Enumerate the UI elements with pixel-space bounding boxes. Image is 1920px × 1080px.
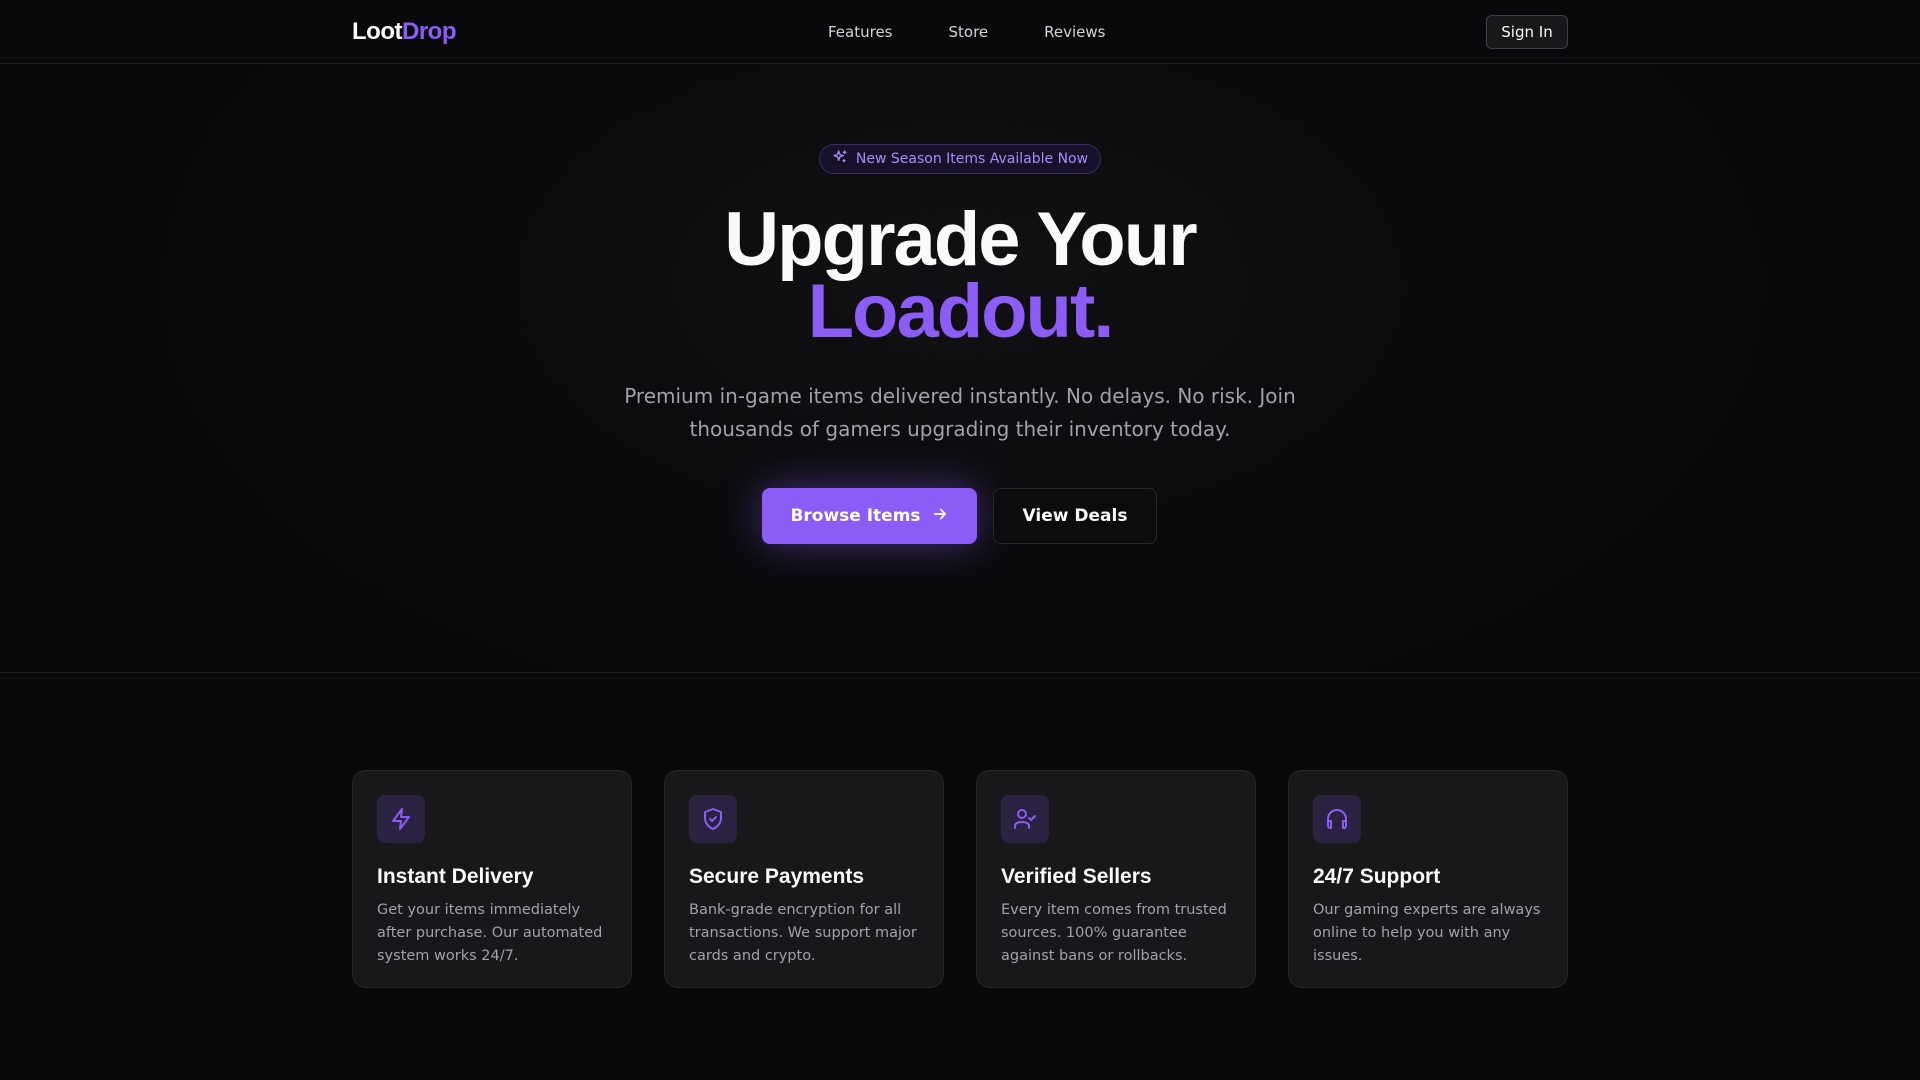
feature-card-instant-delivery: Instant Delivery Get your items immediat…	[352, 770, 632, 988]
sign-in-button[interactable]: Sign In	[1486, 15, 1568, 49]
arrow-right-icon	[931, 505, 949, 528]
feature-card-verified-sellers: Verified Sellers Every item comes from t…	[976, 770, 1256, 988]
nav-link-features[interactable]: Features	[828, 20, 893, 44]
browse-items-label: Browse Items	[790, 506, 921, 526]
hero-title-line1: Upgrade Your	[724, 197, 1197, 282]
cta-row: Browse Items View Deals	[762, 488, 1157, 544]
nav-links: Features Store Reviews	[828, 20, 1106, 44]
feature-description: Get your items immediately after purchas…	[377, 902, 603, 964]
navbar: LootDrop Features Store Reviews Sign In	[0, 0, 1920, 64]
feature-card-secure-payments: Secure Payments Bank-grade encryption fo…	[664, 770, 944, 988]
hero-title: Upgrade Your Loadout.	[0, 197, 1920, 354]
feature-title: Verified Sellers	[1001, 865, 1152, 888]
badge-text: New Season Items Available Now	[855, 151, 1089, 167]
lightning-icon	[377, 795, 425, 843]
feature-description: Every item comes from trusted sources. 1…	[1001, 902, 1227, 964]
logo-text-primary: Loot	[352, 18, 402, 45]
new-season-badge: New Season Items Available Now	[819, 144, 1101, 174]
sparkles-icon	[832, 149, 848, 169]
user-check-icon	[1001, 795, 1049, 843]
feature-title: Secure Payments	[689, 865, 865, 888]
logo[interactable]: LootDrop	[352, 16, 456, 48]
feature-title: 24/7 Support	[1313, 865, 1441, 888]
hero-title-line2: Loadout.	[807, 269, 1115, 354]
hero-section: New Season Items Available Now Upgrade Y…	[0, 64, 1920, 673]
nav-link-store[interactable]: Store	[949, 20, 989, 44]
feature-title: Instant Delivery	[377, 865, 534, 888]
feature-description: Our gaming experts are always online to …	[1313, 902, 1541, 964]
hero-subtitle: Premium in-game items delivered instantl…	[624, 384, 1296, 441]
headphones-icon	[1313, 795, 1361, 843]
view-deals-button[interactable]: View Deals	[993, 488, 1157, 544]
feature-card-support: 24/7 Support Our gaming experts are alwa…	[1288, 770, 1568, 988]
shield-check-icon	[689, 795, 737, 843]
logo-text-accent: Drop	[401, 18, 457, 45]
feature-description: Bank-grade encryption for all transactio…	[689, 902, 917, 964]
features-grid: Instant Delivery Get your items immediat…	[352, 770, 1568, 988]
browse-items-button[interactable]: Browse Items	[762, 488, 977, 544]
nav-link-reviews[interactable]: Reviews	[1044, 20, 1105, 44]
